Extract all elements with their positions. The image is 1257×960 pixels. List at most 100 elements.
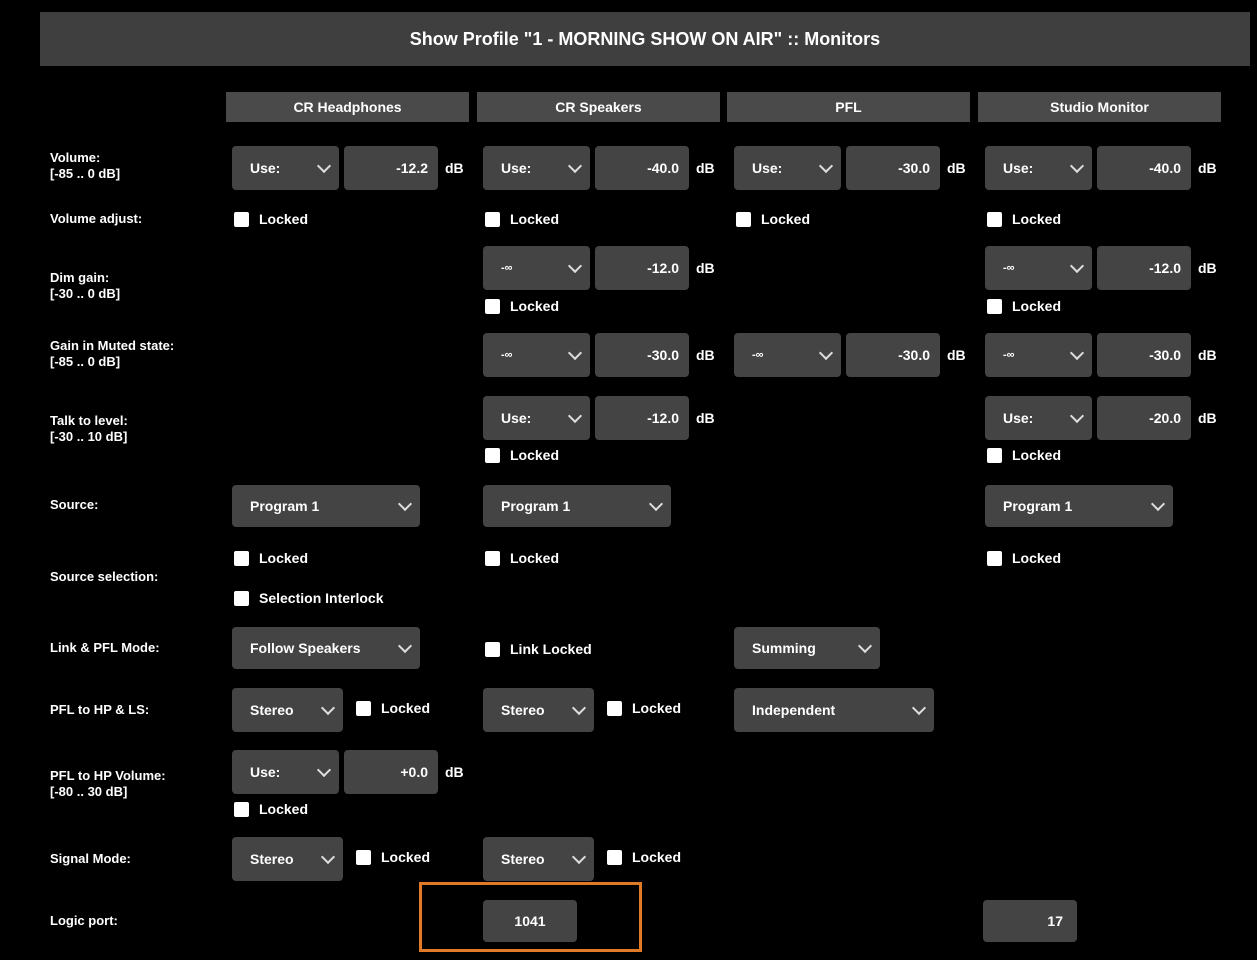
dim-gain-range-text: [-30 .. 0 dB] bbox=[50, 286, 121, 301]
studio-dim-input[interactable]: -12.0 bbox=[1097, 246, 1191, 290]
select-value: Use: bbox=[752, 160, 783, 176]
chevron-down-icon bbox=[648, 496, 664, 511]
studio-dim-mode-select[interactable]: -∞ bbox=[985, 246, 1092, 290]
studio-talk-input[interactable]: -20.0 bbox=[1097, 396, 1191, 440]
pfl-hp-volume-label: PFL to HP Volume: [-80 .. 30 dB] bbox=[50, 768, 166, 800]
select-value: Stereo bbox=[501, 851, 545, 867]
speakers-signal-mode-select[interactable]: Stereo bbox=[483, 837, 594, 881]
select-value: -∞ bbox=[1003, 349, 1015, 361]
muted-gain-label: Gain in Muted state: [-85 .. 0 dB] bbox=[50, 338, 174, 370]
pfl-hp-volume-locked-checkbox[interactable]: Locked bbox=[234, 801, 308, 817]
speakers-muted-input[interactable]: -30.0 bbox=[595, 333, 689, 377]
chevron-down-icon bbox=[571, 700, 587, 715]
selection-interlock-checkbox[interactable]: Selection Interlock bbox=[234, 590, 383, 606]
select-value: Use: bbox=[250, 764, 281, 780]
chevron-down-icon bbox=[571, 849, 587, 864]
link-locked-checkbox[interactable]: Link Locked bbox=[485, 641, 592, 657]
speakers-dim-mode-select[interactable]: -∞ bbox=[483, 246, 590, 290]
chevron-down-icon bbox=[911, 700, 927, 715]
checkbox-label: Locked bbox=[510, 447, 560, 463]
studio-source-locked-checkbox[interactable]: Locked bbox=[987, 550, 1061, 566]
checkbox-box bbox=[234, 550, 249, 566]
speakers-muted-mode-select[interactable]: -∞ bbox=[483, 333, 590, 377]
studio-volume-adjust-locked-checkbox[interactable]: Locked bbox=[987, 211, 1061, 227]
studio-logic-port-input[interactable]: 17 bbox=[983, 900, 1077, 942]
pfl-hp-volume-input[interactable]: +0.0 bbox=[344, 750, 438, 794]
speakers-pfl-locked-checkbox[interactable]: Locked bbox=[607, 700, 681, 716]
checkbox-box bbox=[234, 211, 249, 227]
checkbox-label: Locked bbox=[510, 298, 560, 314]
pfl-hp-ls-select[interactable]: Independent bbox=[734, 688, 934, 732]
studio-muted-mode-select[interactable]: -∞ bbox=[985, 333, 1092, 377]
speakers-dim-input[interactable]: -12.0 bbox=[595, 246, 689, 290]
unit-label: dB bbox=[696, 260, 715, 276]
headphones-volume-input[interactable]: -12.2 bbox=[344, 146, 438, 190]
checkbox-label: Locked bbox=[1012, 211, 1062, 227]
select-value: Independent bbox=[752, 702, 836, 718]
studio-muted-input[interactable]: -30.0 bbox=[1097, 333, 1191, 377]
speakers-talk-input[interactable]: -12.0 bbox=[595, 396, 689, 440]
column-header-studio-monitor: Studio Monitor bbox=[978, 92, 1221, 122]
pfl-volume-adjust-locked-checkbox[interactable]: Locked bbox=[736, 211, 810, 227]
volume-label: Volume: [-85 .. 0 dB] bbox=[50, 150, 120, 182]
pfl-hp-volume-mode-select[interactable]: Use: bbox=[232, 750, 339, 794]
chevron-down-icon bbox=[567, 345, 583, 360]
chevron-down-icon bbox=[567, 408, 583, 423]
pfl-volume-mode-select[interactable]: Use: bbox=[734, 146, 841, 190]
muted-gain-range-text: [-85 .. 0 dB] bbox=[50, 354, 121, 369]
speakers-volume-mode-select[interactable]: Use: bbox=[483, 146, 590, 190]
studio-volume-mode-select[interactable]: Use: bbox=[985, 146, 1092, 190]
studio-volume-input[interactable]: -40.0 bbox=[1097, 146, 1191, 190]
select-value: Program 1 bbox=[250, 498, 320, 514]
chevron-down-icon bbox=[567, 158, 583, 173]
studio-source-select[interactable]: Program 1 bbox=[985, 485, 1173, 527]
headphones-signal-mode-select[interactable]: Stereo bbox=[232, 837, 343, 881]
talk-level-range-text: [-30 .. 10 dB] bbox=[50, 429, 128, 444]
pfl-muted-mode-select[interactable]: -∞ bbox=[734, 333, 841, 377]
speakers-source-locked-checkbox[interactable]: Locked bbox=[485, 550, 559, 566]
checkbox-box bbox=[485, 298, 500, 314]
select-value: Use: bbox=[250, 160, 281, 176]
checkbox-box bbox=[485, 550, 500, 566]
speakers-pfl-select[interactable]: Stereo bbox=[483, 688, 594, 732]
chevron-down-icon bbox=[1069, 408, 1085, 423]
speakers-volume-input[interactable]: -40.0 bbox=[595, 146, 689, 190]
speakers-signal-locked-checkbox[interactable]: Locked bbox=[607, 849, 681, 865]
speakers-volume-adjust-locked-checkbox[interactable]: Locked bbox=[485, 211, 559, 227]
speakers-source-select[interactable]: Program 1 bbox=[483, 485, 671, 527]
studio-talk-locked-checkbox[interactable]: Locked bbox=[987, 447, 1061, 463]
logic-port-label: Logic port: bbox=[50, 913, 118, 928]
speakers-dim-locked-checkbox[interactable]: Locked bbox=[485, 298, 559, 314]
pfl-muted-input[interactable]: -30.0 bbox=[846, 333, 940, 377]
select-value: Use: bbox=[1003, 160, 1034, 176]
headphones-signal-locked-checkbox[interactable]: Locked bbox=[356, 849, 430, 865]
checkbox-label: Locked bbox=[510, 550, 560, 566]
studio-dim-locked-checkbox[interactable]: Locked bbox=[987, 298, 1061, 314]
pfl-mode-select[interactable]: Summing bbox=[734, 627, 880, 669]
headphones-pfl-select[interactable]: Stereo bbox=[232, 688, 343, 732]
chevron-down-icon bbox=[818, 158, 834, 173]
pfl-hp-ls-label: PFL to HP & LS: bbox=[50, 702, 150, 717]
checkbox-label: Locked bbox=[1012, 298, 1062, 314]
pfl-volume-input[interactable]: -30.0 bbox=[846, 146, 940, 190]
headphones-volume-adjust-locked-checkbox[interactable]: Locked bbox=[234, 211, 308, 227]
headphones-source-select[interactable]: Program 1 bbox=[232, 485, 420, 527]
chevron-down-icon bbox=[316, 158, 332, 173]
headphones-pfl-locked-checkbox[interactable]: Locked bbox=[356, 700, 430, 716]
headphones-volume-mode-select[interactable]: Use: bbox=[232, 146, 339, 190]
checkbox-box bbox=[987, 447, 1002, 463]
speakers-logic-port-input[interactable]: 1041 bbox=[483, 900, 577, 942]
column-header-cr-headphones: CR Headphones bbox=[226, 92, 469, 122]
speakers-talk-mode-select[interactable]: Use: bbox=[483, 396, 590, 440]
volume-adjust-label: Volume adjust: bbox=[50, 211, 143, 226]
chevron-down-icon bbox=[1069, 158, 1085, 173]
headphones-link-mode-select[interactable]: Follow Speakers bbox=[232, 627, 420, 669]
checkbox-label: Locked bbox=[381, 700, 431, 716]
chevron-down-icon bbox=[1150, 496, 1166, 511]
chevron-down-icon bbox=[397, 496, 413, 511]
studio-talk-mode-select[interactable]: Use: bbox=[985, 396, 1092, 440]
unit-label: dB bbox=[947, 160, 966, 176]
checkbox-box bbox=[234, 590, 249, 606]
headphones-source-locked-checkbox[interactable]: Locked bbox=[234, 550, 308, 566]
speakers-talk-locked-checkbox[interactable]: Locked bbox=[485, 447, 559, 463]
